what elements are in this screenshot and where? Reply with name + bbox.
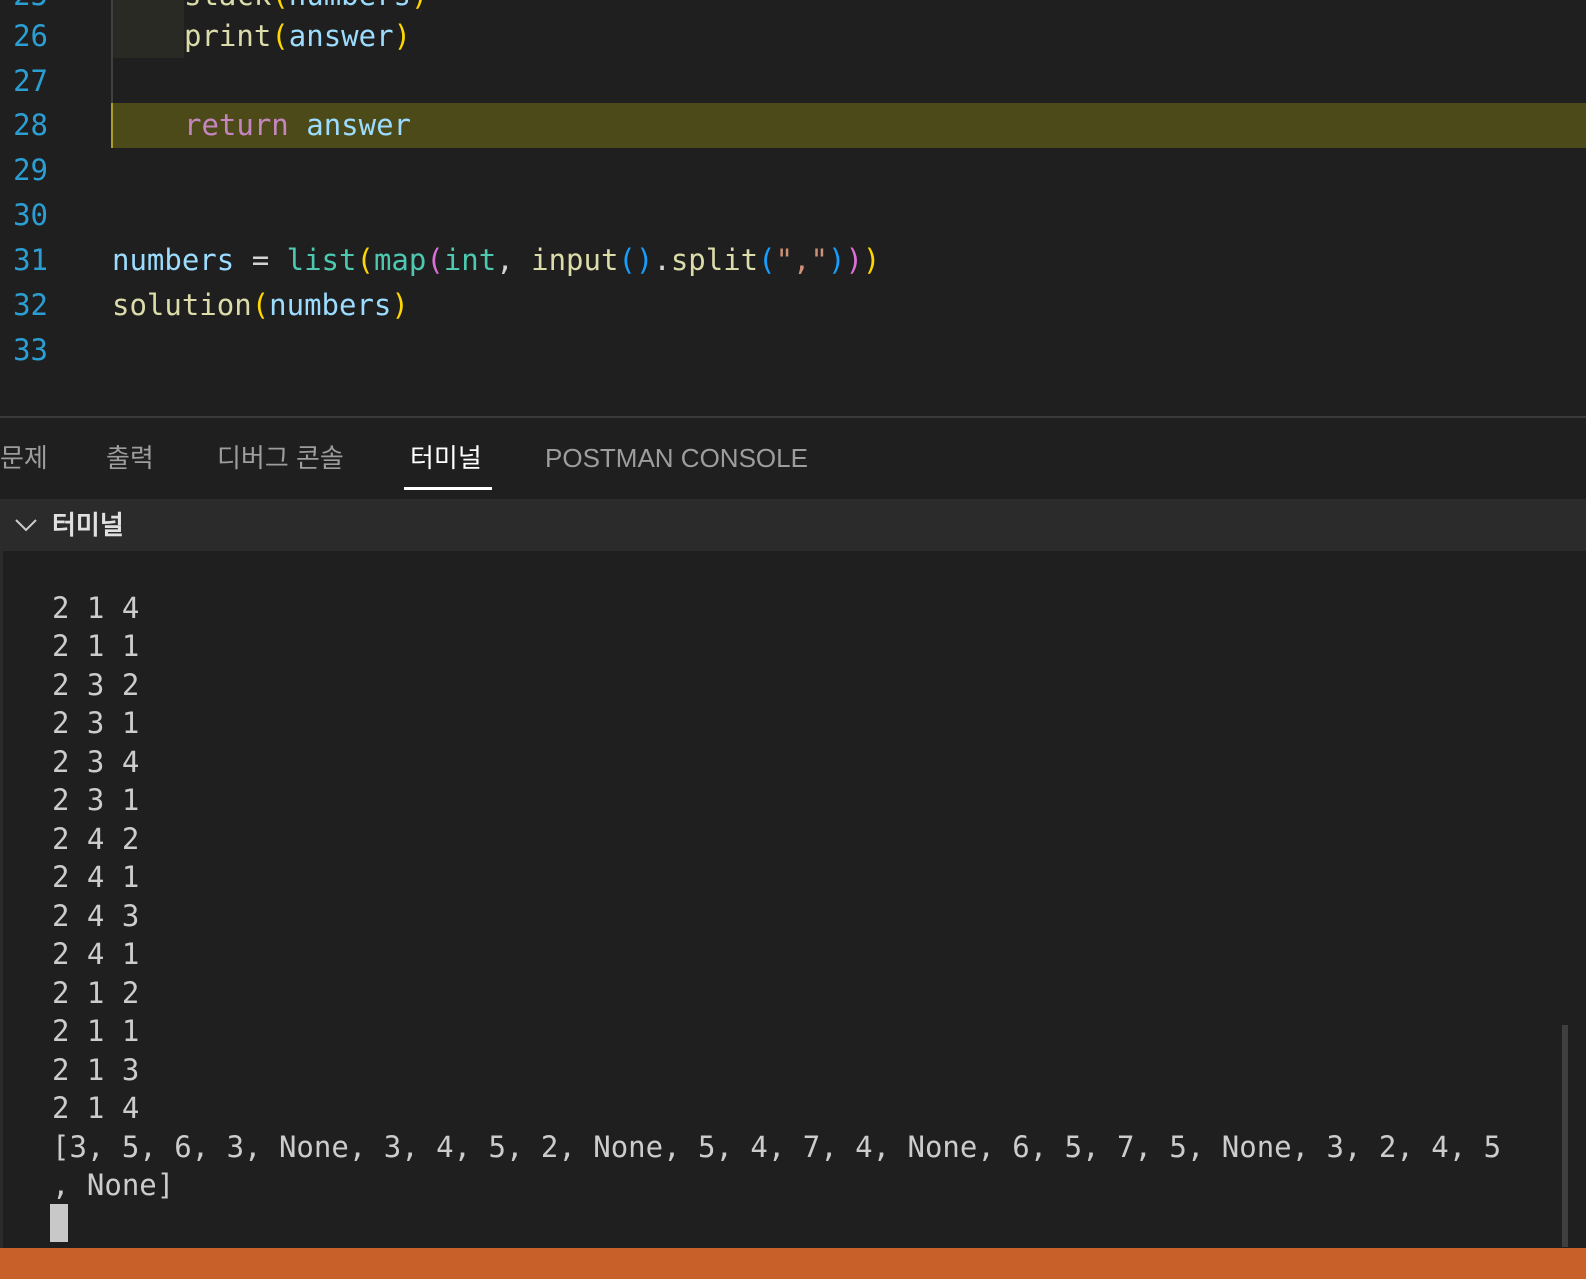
terminal-line: 2 1 1 xyxy=(52,1014,140,1048)
terminal-line: 2 1 4 xyxy=(52,1091,140,1125)
chevron-down-icon xyxy=(15,519,37,532)
active-tab-indicator xyxy=(404,487,492,490)
terminal-line: 2 1 1 xyxy=(52,629,140,663)
terminal-section-title: 터미널 xyxy=(52,510,124,540)
terminal-line: 2 4 1 xyxy=(52,937,140,971)
terminal-line: , None] xyxy=(52,1168,175,1202)
code-line[interactable]: 26 print(answer) xyxy=(0,14,1586,59)
terminal-section-header[interactable]: 터미널 xyxy=(0,499,1586,551)
terminal-line: 2 3 1 xyxy=(52,706,140,740)
tab-postman-console[interactable]: POSTMAN CONSOLE xyxy=(545,440,808,476)
code-text: solution(numbers) xyxy=(112,288,409,322)
terminal-line: 2 1 2 xyxy=(52,976,140,1010)
line-number: 30 xyxy=(13,198,48,232)
terminal-line: 2 4 2 xyxy=(52,822,140,856)
code-line[interactable]: 31 numbers = list(map(int, input().split… xyxy=(0,238,1586,283)
code-line[interactable]: 32 solution(numbers) xyxy=(0,283,1586,328)
code-line[interactable]: 27 xyxy=(0,59,1586,104)
code-line-current[interactable]: 28 return answer xyxy=(0,103,1586,148)
terminal-line: 2 3 4 xyxy=(52,745,140,779)
terminal-line: 2 3 1 xyxy=(52,783,140,817)
terminal-line: [3, 5, 6, 3, None, 3, 4, 5, 2, None, 5, … xyxy=(52,1130,1502,1164)
line-number: 33 xyxy=(13,333,48,367)
code-line[interactable]: 30 xyxy=(0,193,1586,238)
terminal-line: 2 4 3 xyxy=(52,899,140,933)
tab-terminal[interactable]: 터미널 xyxy=(410,440,482,476)
tab-problems[interactable]: 문제 xyxy=(0,440,48,476)
code-line[interactable]: 33 xyxy=(0,328,1586,373)
terminal-line: 2 1 4 xyxy=(52,591,140,625)
terminal-border xyxy=(0,499,3,1248)
line-number: 26 xyxy=(13,19,48,53)
line-number: 28 xyxy=(13,108,48,142)
code-text: numbers = list(map(int, input().split(",… xyxy=(112,243,881,277)
panel-tab-bar: 문제 출력 디버그 콘솔 터미널 POSTMAN CONSOLE xyxy=(0,418,1586,499)
line-number: 31 xyxy=(13,243,48,277)
code-text: return answer xyxy=(184,108,411,142)
tab-output[interactable]: 출력 xyxy=(106,440,154,476)
line-number: 29 xyxy=(13,153,48,187)
line-number: 32 xyxy=(13,288,48,322)
status-bar[interactable] xyxy=(0,1248,1586,1279)
code-line[interactable]: 29 xyxy=(0,148,1586,193)
code-text: print(answer) xyxy=(184,19,412,53)
indent-guide xyxy=(111,0,113,103)
terminal-scrollbar[interactable] xyxy=(1562,1025,1568,1247)
terminal-line: 2 4 1 xyxy=(52,860,140,894)
terminal-line: 2 1 3 xyxy=(52,1053,140,1087)
terminal-cursor xyxy=(50,1204,68,1242)
tab-debug-console[interactable]: 디버그 콘솔 xyxy=(217,440,344,476)
code-editor[interactable]: 25 stack(numbers) 26 print(answer) 27 28… xyxy=(0,0,1586,416)
line-number: 27 xyxy=(13,64,48,98)
terminal-line: 2 3 2 xyxy=(52,668,140,702)
